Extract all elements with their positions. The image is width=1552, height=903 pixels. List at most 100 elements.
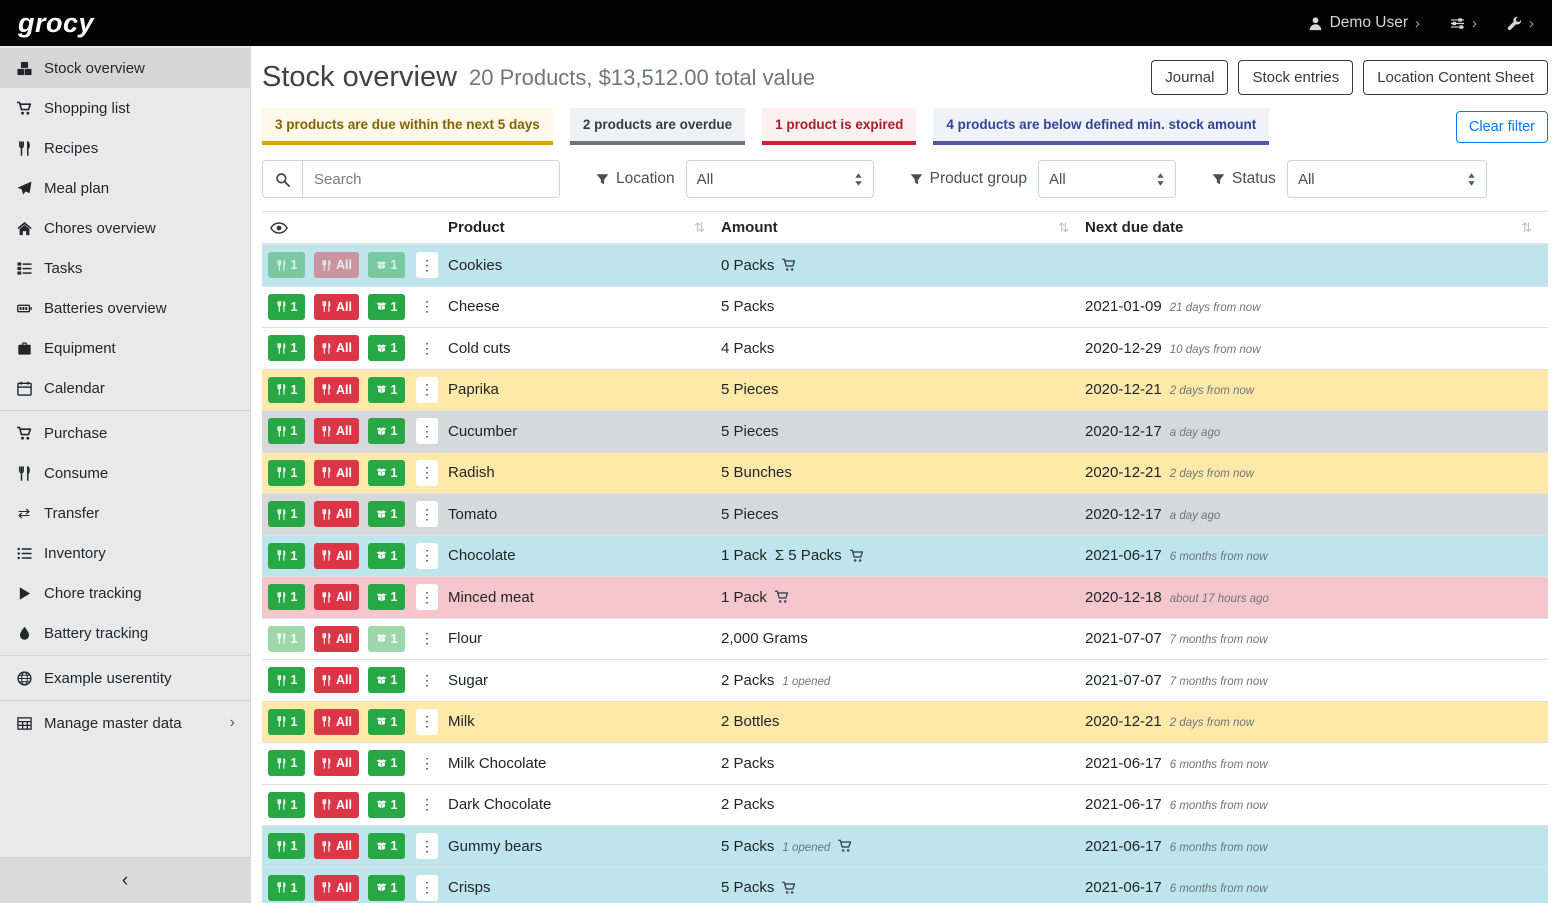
table-row-gummy-bears[interactable]: 1 All 1 ⋮ Gummy bears 5 Packs 1 opened 2… [262, 826, 1548, 868]
sidebar-collapse-button[interactable]: ‹ [0, 857, 250, 903]
row-menu-button[interactable]: ⋮ [416, 667, 438, 693]
open-one-button[interactable]: 1 [368, 875, 405, 901]
status-banner[interactable]: 1 product is expired [762, 108, 916, 145]
consume-one-button[interactable]: 1 [268, 377, 305, 403]
sidebar-item-manage-master-data[interactable]: Manage master data › [0, 703, 250, 743]
sort-icon[interactable]: ⇅ [694, 220, 705, 236]
row-menu-button[interactable]: ⋮ [416, 294, 438, 320]
consume-all-button[interactable]: All [314, 377, 359, 403]
consume-all-button[interactable]: All [314, 626, 359, 652]
consume-one-button[interactable]: 1 [268, 335, 305, 361]
table-row-cold-cuts[interactable]: 1 All 1 ⋮ Cold cuts 4 Packs 2020-12-29 1… [262, 328, 1548, 370]
sidebar-item-battery-tracking[interactable]: Battery tracking › [0, 613, 250, 653]
filter-select-product-group[interactable]: All [1038, 160, 1176, 198]
table-row-cheese[interactable]: 1 All 1 ⋮ Cheese 5 Packs 2021-01-09 21 d… [262, 287, 1548, 329]
table-row-cucumber[interactable]: 1 All 1 ⋮ Cucumber 5 Pieces 2020-12-17 a… [262, 411, 1548, 453]
table-row-milk-chocolate[interactable]: 1 All 1 ⋮ Milk Chocolate 2 Packs 2021-06… [262, 743, 1548, 785]
row-menu-button[interactable]: ⋮ [416, 377, 438, 403]
consume-one-button[interactable]: 1 [268, 294, 305, 320]
consume-one-button[interactable]: 1 [268, 501, 305, 527]
table-row-tomato[interactable]: 1 All 1 ⋮ Tomato 5 Pieces 2020-12-17 a d… [262, 494, 1548, 536]
sidebar-item-chore-tracking[interactable]: Chore tracking › [0, 573, 250, 613]
table-row-chocolate[interactable]: 1 All 1 ⋮ Chocolate 1 Pack Σ 5 Packs 202… [262, 536, 1548, 578]
cart-icon[interactable] [850, 549, 864, 563]
row-menu-button[interactable]: ⋮ [416, 584, 438, 610]
consume-one-button[interactable]: 1 [268, 875, 305, 901]
table-row-radish[interactable]: 1 All 1 ⋮ Radish 5 Bunches 2020-12-21 2 … [262, 453, 1548, 495]
row-menu-button[interactable]: ⋮ [416, 335, 438, 361]
user-menu[interactable]: Demo User › [1308, 14, 1420, 32]
filter-select-location[interactable]: All [686, 160, 874, 198]
table-row-flour[interactable]: 1 All 1 ⋮ Flour 2,000 Grams 2021-07-07 7… [262, 619, 1548, 661]
cart-icon[interactable] [782, 881, 796, 895]
search-input[interactable] [303, 161, 559, 197]
sidebar-item-equipment[interactable]: Equipment › [0, 328, 250, 368]
sidebar-item-purchase[interactable]: Purchase › [0, 413, 250, 453]
row-menu-button[interactable]: ⋮ [416, 833, 438, 859]
sidebar-item-shopping-list[interactable]: Shopping list › [0, 88, 250, 128]
row-menu-button[interactable]: ⋮ [416, 501, 438, 527]
consume-all-button[interactable]: All [314, 418, 359, 444]
sidebar-item-batteries-overview[interactable]: Batteries overview › [0, 288, 250, 328]
settings-menu[interactable]: › [1450, 15, 1477, 32]
row-menu-button[interactable]: ⋮ [416, 252, 438, 278]
status-banner[interactable]: 3 products are due within the next 5 day… [262, 108, 553, 145]
table-row-milk[interactable]: 1 All 1 ⋮ Milk 2 Bottles 2020-12-21 2 da… [262, 702, 1548, 744]
open-one-button[interactable]: 1 [368, 418, 405, 444]
row-menu-button[interactable]: ⋮ [416, 460, 438, 486]
consume-one-button[interactable]: 1 [268, 460, 305, 486]
row-menu-button[interactable]: ⋮ [416, 792, 438, 818]
sidebar-item-consume[interactable]: Consume › [0, 453, 250, 493]
sidebar-item-inventory[interactable]: Inventory › [0, 533, 250, 573]
open-one-button[interactable]: 1 [368, 377, 405, 403]
consume-one-button[interactable]: 1 [268, 626, 305, 652]
open-one-button[interactable]: 1 [368, 501, 405, 527]
open-one-button[interactable]: 1 [368, 584, 405, 610]
consume-all-button[interactable]: All [314, 709, 359, 735]
consume-one-button[interactable]: 1 [268, 584, 305, 610]
consume-all-button[interactable]: All [314, 875, 359, 901]
open-one-button[interactable]: 1 [368, 543, 405, 569]
filter-select-status[interactable]: All [1287, 160, 1487, 198]
open-one-button[interactable]: 1 [368, 709, 405, 735]
consume-all-button[interactable]: All [314, 584, 359, 610]
consume-all-button[interactable]: All [314, 335, 359, 361]
row-menu-button[interactable]: ⋮ [416, 709, 438, 735]
sidebar-item-recipes[interactable]: Recipes › [0, 128, 250, 168]
row-menu-button[interactable]: ⋮ [416, 750, 438, 776]
consume-one-button[interactable]: 1 [268, 543, 305, 569]
open-one-button[interactable]: 1 [368, 833, 405, 859]
table-row-crisps[interactable]: 1 All 1 ⋮ Crisps 5 Packs 2021-06-17 6 mo… [262, 868, 1548, 903]
sort-icon[interactable]: ⇅ [1521, 220, 1532, 236]
sidebar-item-transfer[interactable]: ⇄ Transfer › [0, 493, 250, 533]
sidebar-item-stock-overview[interactable]: Stock overview › [0, 48, 250, 88]
sidebar-item-calendar[interactable]: Calendar › [0, 368, 250, 408]
consume-one-button[interactable]: 1 [268, 750, 305, 776]
table-row-cookies[interactable]: 1 All 1 ⋮ Cookies 0 Packs [262, 245, 1548, 287]
consume-one-button[interactable]: 1 [268, 252, 305, 278]
app-logo[interactable]: grocy [18, 8, 94, 39]
sort-icon[interactable]: ⇅ [1058, 220, 1069, 236]
open-one-button[interactable]: 1 [368, 252, 405, 278]
stock-entries-button[interactable]: Stock entries [1238, 60, 1353, 95]
consume-all-button[interactable]: All [314, 294, 359, 320]
open-one-button[interactable]: 1 [368, 294, 405, 320]
sidebar-item-meal-plan[interactable]: Meal plan › [0, 168, 250, 208]
journal-button[interactable]: Journal [1151, 60, 1228, 95]
consume-one-button[interactable]: 1 [268, 709, 305, 735]
consume-all-button[interactable]: All [314, 792, 359, 818]
consume-one-button[interactable]: 1 [268, 667, 305, 693]
admin-menu[interactable]: › [1507, 15, 1534, 32]
sidebar-item-tasks[interactable]: Tasks › [0, 248, 250, 288]
cart-icon[interactable] [775, 590, 789, 604]
table-row-dark-chocolate[interactable]: 1 All 1 ⋮ Dark Chocolate 2 Packs 2021-06… [262, 785, 1548, 827]
table-row-minced-meat[interactable]: 1 All 1 ⋮ Minced meat 1 Pack 2020-12-18 … [262, 577, 1548, 619]
cart-icon[interactable] [782, 258, 796, 272]
table-row-paprika[interactable]: 1 All 1 ⋮ Paprika 5 Pieces 2020-12-21 2 … [262, 370, 1548, 412]
table-row-sugar[interactable]: 1 All 1 ⋮ Sugar 2 Packs 1 opened 2021-07… [262, 660, 1548, 702]
row-menu-button[interactable]: ⋮ [416, 418, 438, 444]
open-one-button[interactable]: 1 [368, 667, 405, 693]
sidebar-item-example-userentity[interactable]: Example userentity › [0, 658, 250, 698]
consume-all-button[interactable]: All [314, 460, 359, 486]
cart-icon[interactable] [838, 839, 852, 853]
